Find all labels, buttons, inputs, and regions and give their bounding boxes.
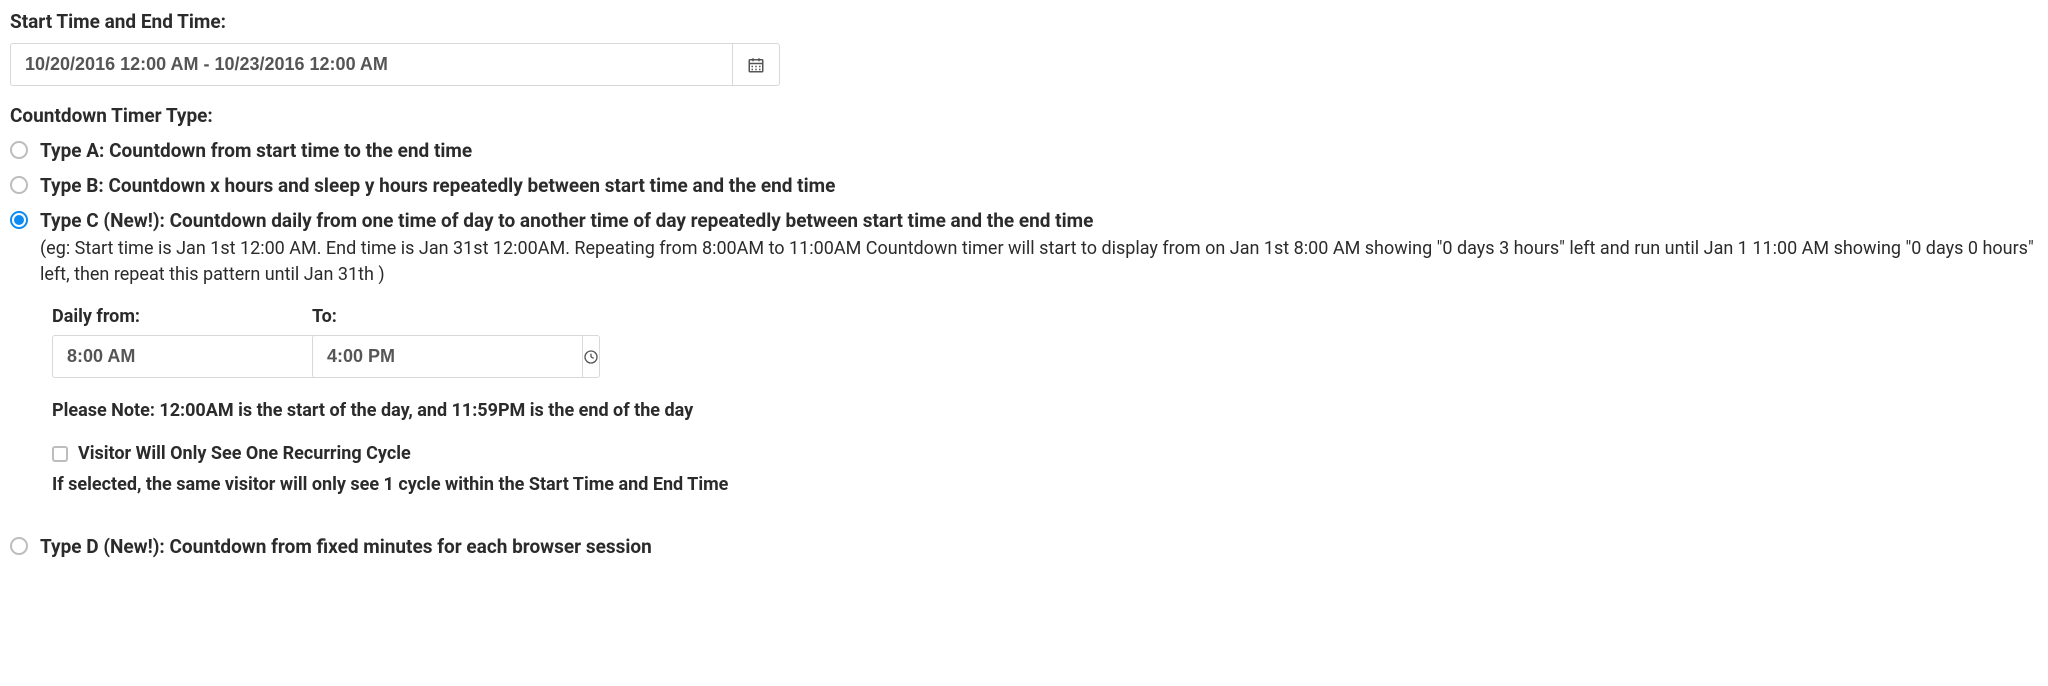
option-c-body: Type C (New!): Countdown daily from one … <box>40 209 2038 288</box>
radio-type-b[interactable] <box>10 176 28 194</box>
option-b-label: Type B: Countdown x hours and sleep y ho… <box>40 174 2038 197</box>
daily-from-input[interactable] <box>52 335 322 378</box>
calendar-icon <box>747 56 765 74</box>
one-cycle-checkbox[interactable] <box>52 446 68 462</box>
start-end-label: Start Time and End Time: <box>10 10 2038 33</box>
daily-from-col: Daily from: <box>52 306 272 378</box>
radio-type-d[interactable] <box>10 537 28 555</box>
option-d-label: Type D (New!): Countdown from fixed minu… <box>40 535 2038 558</box>
daily-to-label: To: <box>312 306 532 327</box>
option-c-example: (eg: Start time is Jan 1st 12:00 AM. End… <box>40 236 2038 288</box>
timer-type-label: Countdown Timer Type: <box>10 104 2038 127</box>
datetime-range-input[interactable] <box>10 43 732 86</box>
daily-to-group <box>312 335 532 378</box>
countdown-settings-form: Start Time and End Time: Countdown Timer… <box>0 0 2048 578</box>
clock-icon <box>583 349 599 365</box>
option-c-subsection: Daily from: To: <box>52 306 2038 495</box>
option-d-row: Type D (New!): Countdown from fixed minu… <box>10 535 2038 558</box>
daily-from-label: Daily from: <box>52 306 272 327</box>
option-c-label: Type C (New!): Countdown daily from one … <box>40 209 2038 232</box>
daily-to-input[interactable] <box>312 335 582 378</box>
option-a-body: Type A: Countdown from start time to the… <box>40 139 2038 162</box>
daily-to-col: To: <box>312 306 532 378</box>
option-a-row: Type A: Countdown from start time to the… <box>10 139 2038 162</box>
daily-to-clock-button[interactable] <box>582 335 600 378</box>
option-b-row: Type B: Countdown x hours and sleep y ho… <box>10 174 2038 197</box>
radio-type-c[interactable] <box>10 211 28 229</box>
radio-type-a[interactable] <box>10 141 28 159</box>
option-b-body: Type B: Countdown x hours and sleep y ho… <box>40 174 2038 197</box>
daily-from-group <box>52 335 272 378</box>
one-cycle-label: Visitor Will Only See One Recurring Cycl… <box>78 443 411 464</box>
datetime-range-group <box>10 43 780 86</box>
option-a-label: Type A: Countdown from start time to the… <box>40 139 2038 162</box>
one-cycle-help: If selected, the same visitor will only … <box>52 474 2038 495</box>
time-row: Daily from: To: <box>52 306 2038 378</box>
midnight-note: Please Note: 12:00AM is the start of the… <box>52 400 2038 421</box>
one-cycle-row: Visitor Will Only See One Recurring Cycl… <box>52 443 2038 464</box>
option-d-body: Type D (New!): Countdown from fixed minu… <box>40 535 2038 558</box>
option-c-row: Type C (New!): Countdown daily from one … <box>10 209 2038 288</box>
calendar-button[interactable] <box>732 43 780 86</box>
